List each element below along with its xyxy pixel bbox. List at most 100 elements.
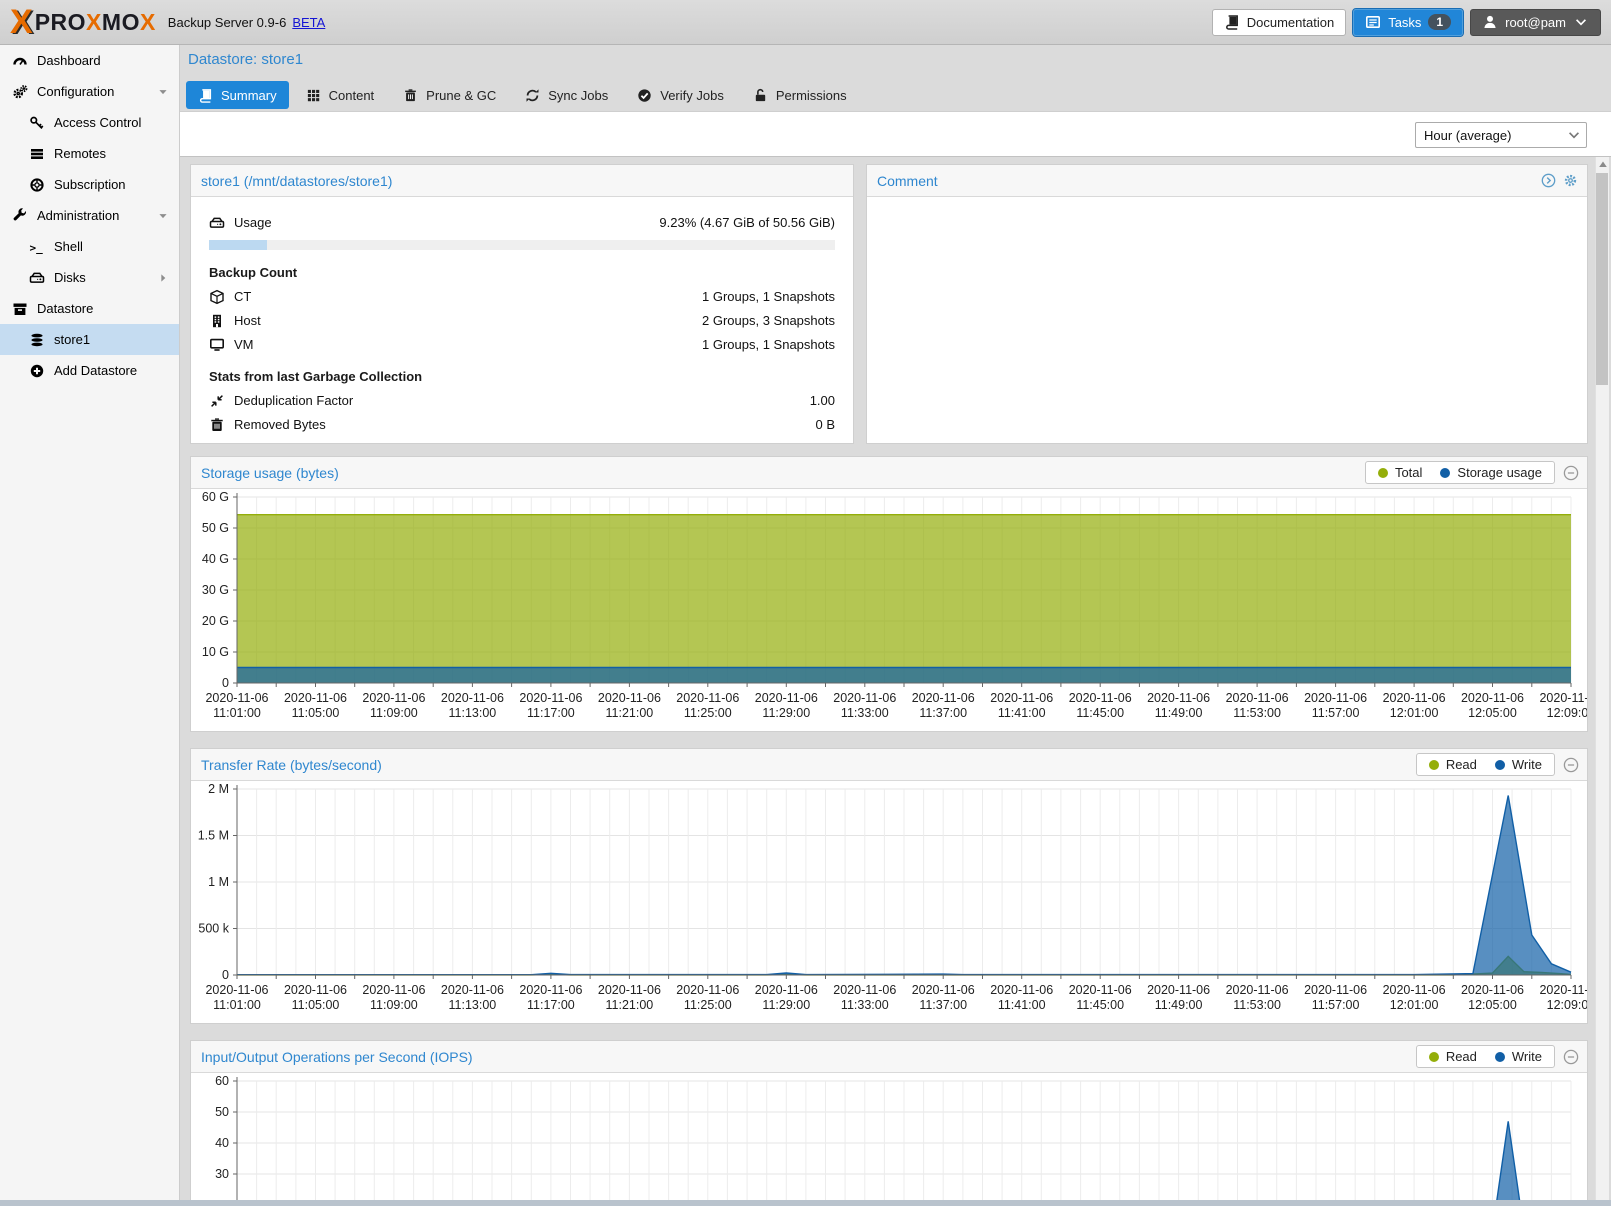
chart-toolbar: Hour (average) bbox=[180, 111, 1611, 157]
storage-usage-legend: Total Storage usage bbox=[1365, 461, 1555, 484]
scrollbar-thumb[interactable] bbox=[1596, 173, 1608, 385]
storage-usage-chart: 60 G50 G40 G30 G20 G10 G02020-11-0611:01… bbox=[191, 489, 1587, 729]
building-icon bbox=[209, 313, 225, 329]
gears-icon bbox=[12, 84, 28, 100]
svg-text:2020-11-06: 2020-11-06 bbox=[519, 983, 582, 997]
summary-row-host: Host2 Groups, 3 Snapshots bbox=[209, 311, 835, 330]
tab-content[interactable]: Content bbox=[294, 81, 387, 109]
legend-item-write[interactable]: Write bbox=[1495, 1049, 1542, 1064]
sidebar-item-disks[interactable]: Disks bbox=[0, 262, 179, 293]
svg-text:11:17:00: 11:17:00 bbox=[527, 706, 575, 720]
tab-sync-jobs[interactable]: Sync Jobs bbox=[513, 81, 620, 109]
iops-title: Input/Output Operations per Second (IOPS… bbox=[191, 1049, 473, 1065]
svg-text:2020-11-06: 2020-11-06 bbox=[1461, 691, 1524, 705]
collapse-panel-icon[interactable] bbox=[1563, 465, 1579, 481]
svg-text:2020-11-06: 2020-11-06 bbox=[912, 983, 975, 997]
usage-progress-fill bbox=[209, 240, 267, 250]
svg-text:11:37:00: 11:37:00 bbox=[919, 998, 967, 1012]
sidebar-item-store1[interactable]: store1 bbox=[0, 324, 179, 355]
datastore-summary-panel: store1 (/mnt/datastores/store1) Usage 9.… bbox=[190, 164, 854, 444]
tab-permissions[interactable]: Permissions bbox=[741, 81, 859, 109]
tab-prune-gc[interactable]: Prune & GC bbox=[391, 81, 508, 109]
documentation-button[interactable]: Documentation bbox=[1212, 9, 1346, 36]
svg-text:2020-11-06: 2020-11-06 bbox=[912, 691, 975, 705]
sidebar-item-dashboard[interactable]: Dashboard bbox=[0, 45, 179, 76]
cube-icon bbox=[209, 289, 225, 305]
sidebar-item-administration[interactable]: Administration bbox=[0, 200, 179, 231]
legend-item-total[interactable]: Total bbox=[1378, 465, 1422, 480]
svg-text:2020-11-06: 2020-11-06 bbox=[205, 691, 268, 705]
hdd-icon bbox=[209, 215, 225, 231]
storage-usage-panel: Storage usage (bytes) TotalStorage usage… bbox=[190, 456, 1588, 732]
plus-icon bbox=[29, 363, 45, 379]
svg-text:2020-11-06: 2020-11-06 bbox=[990, 983, 1053, 997]
iops-panel: Input/Output Operations per Second (IOPS… bbox=[190, 1040, 1588, 1206]
svg-text:11:05:00: 11:05:00 bbox=[292, 998, 340, 1012]
svg-text:2020-11-06: 2020-11-06 bbox=[1383, 691, 1446, 705]
sidebar-item-datastore[interactable]: Datastore bbox=[0, 293, 179, 324]
sidebar-item-shell[interactable]: >_Shell bbox=[0, 231, 179, 262]
hdd-icon bbox=[29, 270, 45, 286]
svg-text:11:21:00: 11:21:00 bbox=[606, 706, 654, 720]
svg-text:2020-11-06: 2020-11-06 bbox=[362, 983, 425, 997]
sidebar-item-access-control[interactable]: Access Control bbox=[0, 107, 179, 138]
svg-text:11:29:00: 11:29:00 bbox=[762, 998, 810, 1012]
svg-text:12:09:00: 12:09:00 bbox=[1547, 998, 1587, 1012]
scroll-up-button[interactable] bbox=[1596, 157, 1609, 172]
legend-item-read[interactable]: Read bbox=[1429, 757, 1477, 772]
user-menu-button[interactable]: root@pam bbox=[1470, 9, 1601, 36]
legend-item-read[interactable]: Read bbox=[1429, 1049, 1477, 1064]
svg-text:11:41:00: 11:41:00 bbox=[998, 998, 1046, 1012]
svg-text:11:45:00: 11:45:00 bbox=[1076, 706, 1124, 720]
svg-text:2020-11-06: 2020-11-06 bbox=[833, 983, 896, 997]
svg-text:0: 0 bbox=[222, 676, 229, 690]
sync-icon bbox=[525, 88, 540, 103]
transfer-rate-legend: Read Write bbox=[1416, 753, 1555, 776]
sidebar-item-add-datastore[interactable]: Add Datastore bbox=[0, 355, 179, 386]
svg-text:11:33:00: 11:33:00 bbox=[841, 706, 889, 720]
collapse-panel-icon[interactable] bbox=[1563, 757, 1579, 773]
legend-item-write[interactable]: Write bbox=[1495, 757, 1542, 772]
svg-text:11:37:00: 11:37:00 bbox=[919, 706, 967, 720]
comment-panel: Comment bbox=[866, 164, 1588, 444]
compress-icon bbox=[209, 393, 225, 409]
time-range-select[interactable]: Hour (average) bbox=[1415, 122, 1587, 148]
svg-text:11:13:00: 11:13:00 bbox=[449, 998, 497, 1012]
chevron-down-icon bbox=[1573, 14, 1589, 30]
svg-text:11:49:00: 11:49:00 bbox=[1155, 706, 1203, 720]
legend-dot bbox=[1429, 1052, 1439, 1062]
terminal-icon: >_ bbox=[29, 239, 45, 255]
remotes-icon bbox=[29, 146, 45, 162]
summary-row-removed-bytes: Removed Bytes0 B bbox=[209, 415, 835, 434]
unlock-icon bbox=[753, 88, 768, 103]
svg-text:>_: >_ bbox=[30, 241, 44, 254]
sidebar-item-remotes[interactable]: Remotes bbox=[0, 138, 179, 169]
svg-text:30 G: 30 G bbox=[202, 583, 229, 597]
key-icon bbox=[29, 115, 45, 131]
svg-text:12:01:00: 12:01:00 bbox=[1390, 706, 1439, 720]
caret-down-icon bbox=[157, 86, 169, 98]
tab-bar: SummaryContentPrune & GCSync JobsVerify … bbox=[186, 81, 859, 109]
svg-text:11:01:00: 11:01:00 bbox=[213, 706, 261, 720]
tasks-button[interactable]: Tasks 1 bbox=[1353, 9, 1463, 36]
svg-text:12:01:00: 12:01:00 bbox=[1390, 998, 1439, 1012]
dashboard-icon bbox=[12, 53, 28, 69]
svg-text:50 G: 50 G bbox=[202, 521, 229, 535]
backup-count-heading: Backup Count bbox=[209, 265, 835, 280]
tab-summary[interactable]: Summary bbox=[186, 81, 289, 109]
sidebar-item-configuration[interactable]: Configuration bbox=[0, 76, 179, 107]
svg-text:2020-11-06: 2020-11-06 bbox=[362, 691, 425, 705]
collapse-panel-icon[interactable] bbox=[1563, 1049, 1579, 1065]
svg-text:12:09:00: 12:09:00 bbox=[1547, 706, 1587, 720]
comment-panel-title: Comment bbox=[867, 173, 938, 189]
iops-legend: Read Write bbox=[1416, 1045, 1555, 1068]
proxmox-x-icon: X bbox=[10, 5, 31, 39]
tab-verify-jobs[interactable]: Verify Jobs bbox=[625, 81, 736, 109]
beta-link[interactable]: BETA bbox=[292, 15, 325, 30]
settings-gear-icon[interactable] bbox=[1563, 173, 1578, 188]
legend-dot bbox=[1429, 760, 1439, 770]
sidebar-item-subscription[interactable]: Subscription bbox=[0, 169, 179, 200]
legend-item-storage-usage[interactable]: Storage usage bbox=[1440, 465, 1542, 480]
svg-text:11:53:00: 11:53:00 bbox=[1233, 998, 1281, 1012]
edit-circle-icon[interactable] bbox=[1541, 173, 1556, 188]
